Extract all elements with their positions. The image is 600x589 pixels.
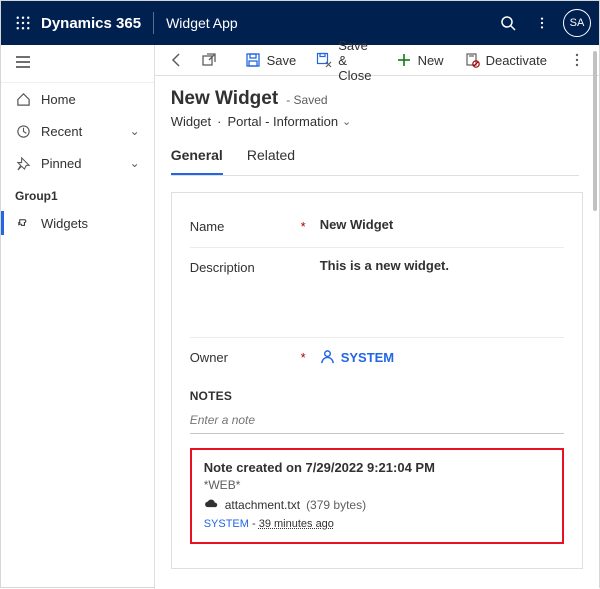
hamburger-icon[interactable] — [15, 54, 31, 73]
field-value: This is a new widget. — [320, 258, 449, 273]
sidebar-group-label: Group1 — [1, 179, 154, 207]
attachment-size: (379 bytes) — [306, 498, 366, 512]
attachment-name: attachment.txt — [225, 498, 300, 512]
field-label: Description — [190, 258, 320, 275]
header-divider — [153, 12, 154, 34]
field-label: Owner — [190, 350, 228, 367]
field-name[interactable]: Name * New Widget — [190, 207, 564, 247]
save-close-button[interactable]: Save & Close — [308, 45, 383, 75]
back-button[interactable] — [163, 45, 191, 75]
home-icon — [15, 91, 31, 107]
deactivate-label: Deactivate — [486, 53, 547, 68]
note-attachment[interactable]: attachment.txt (379 bytes) — [204, 498, 550, 512]
sidebar-item-label: Widgets — [41, 216, 88, 231]
overflow-button[interactable] — [563, 45, 591, 75]
required-indicator: * — [301, 219, 306, 237]
breadcrumb-sep: · — [217, 114, 221, 129]
main-content: Save Save & Close New Deactivate — [155, 45, 599, 589]
saved-indicator: - Saved — [286, 93, 327, 107]
form-name: Portal - Information — [228, 114, 339, 129]
open-new-window-button[interactable] — [195, 45, 223, 75]
global-header: Dynamics 365 Widget App SA — [1, 1, 599, 45]
save-close-icon — [316, 52, 332, 68]
field-description[interactable]: Description This is a new widget. — [190, 247, 564, 337]
sidebar-item-widgets[interactable]: Widgets — [1, 207, 154, 239]
avatar[interactable]: SA — [563, 9, 591, 37]
sidebar: Home Recent ⌄ Pinned ⌄ Group1 Widgets — [1, 45, 155, 589]
note-source: *WEB* — [204, 478, 550, 492]
note-sep: - — [249, 518, 259, 530]
app-name: Widget App — [166, 15, 238, 31]
breadcrumb: Widget · Portal - Information ⌄ — [171, 114, 579, 129]
notes-heading: NOTES — [190, 389, 564, 403]
puzzle-icon — [15, 215, 31, 231]
save-icon — [245, 52, 261, 68]
clock-icon — [15, 123, 31, 139]
scrollbar-thumb[interactable] — [593, 51, 597, 211]
person-icon — [320, 349, 335, 367]
form-selector[interactable]: Portal - Information ⌄ — [228, 114, 352, 129]
sidebar-item-label: Home — [41, 92, 76, 107]
search-icon[interactable] — [491, 8, 525, 38]
note-input[interactable] — [190, 407, 564, 434]
page-header: New Widget - Saved Widget · Portal - Inf… — [155, 76, 599, 176]
page-title: New Widget — [171, 88, 279, 110]
field-label: Name — [190, 219, 225, 237]
sidebar-item-label: Recent — [41, 124, 82, 139]
pin-icon — [15, 155, 31, 171]
more-vertical-icon[interactable] — [525, 8, 559, 38]
note-meta: SYSTEM - 39 minutes ago — [204, 518, 550, 530]
field-value: New Widget — [320, 217, 394, 237]
sidebar-item-recent[interactable]: Recent ⌄ — [1, 115, 154, 147]
save-label: Save — [267, 53, 297, 68]
chevron-down-icon: ⌄ — [342, 115, 351, 128]
tab-related[interactable]: Related — [247, 147, 295, 175]
cloud-icon — [204, 498, 219, 512]
required-indicator: * — [301, 350, 306, 367]
command-bar: Save Save & Close New Deactivate — [155, 45, 599, 76]
tab-general[interactable]: General — [171, 147, 223, 175]
new-button[interactable]: New — [388, 45, 452, 75]
tab-list: General Related — [171, 147, 579, 176]
sidebar-item-label: Pinned — [41, 156, 81, 171]
field-owner[interactable]: Owner * SYSTEM — [190, 337, 564, 377]
entity-name: Widget — [171, 114, 211, 129]
note-ago: 39 minutes ago — [259, 518, 334, 530]
brand-name: Dynamics 365 — [41, 15, 141, 32]
owner-value: SYSTEM — [341, 350, 394, 365]
save-button[interactable]: Save — [237, 45, 305, 75]
chevron-down-icon: ⌄ — [130, 124, 140, 138]
sidebar-item-home[interactable]: Home — [1, 83, 154, 115]
deactivate-button[interactable]: Deactivate — [456, 45, 555, 75]
sidebar-item-pinned[interactable]: Pinned ⌄ — [1, 147, 154, 179]
tab-label: General — [171, 147, 223, 163]
form-card: Name * New Widget Description This is a … — [171, 192, 583, 569]
avatar-initials: SA — [570, 17, 585, 29]
plus-icon — [396, 52, 412, 68]
new-label: New — [418, 53, 444, 68]
note-author: SYSTEM — [204, 518, 249, 530]
tab-label: Related — [247, 147, 295, 163]
note-title: Note created on 7/29/2022 9:21:04 PM — [204, 460, 550, 475]
note-card: Note created on 7/29/2022 9:21:04 PM *WE… — [190, 448, 564, 544]
chevron-down-icon: ⌄ — [130, 156, 140, 170]
deactivate-icon — [464, 52, 480, 68]
app-launcher-icon[interactable] — [9, 9, 37, 37]
